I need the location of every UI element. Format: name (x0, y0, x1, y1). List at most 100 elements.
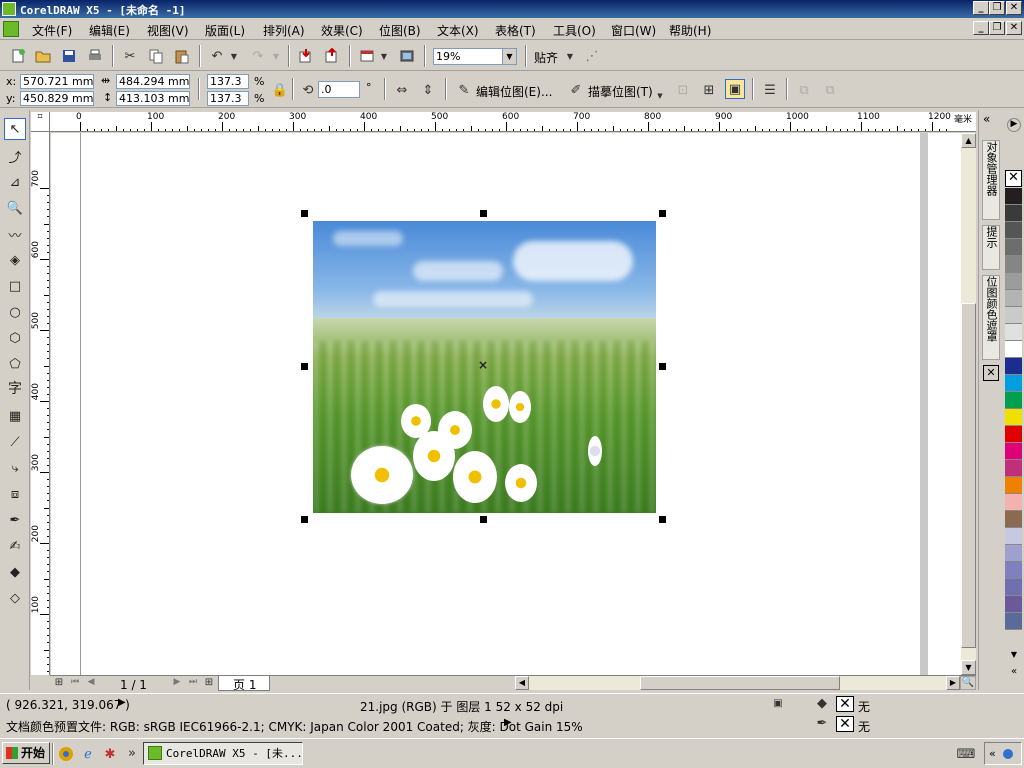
height-input[interactable]: 413.103 mm (116, 91, 190, 106)
keyboard-tray-icon[interactable]: ⌨ (956, 744, 976, 764)
resample-icon[interactable]: ⊞ (699, 80, 719, 100)
rotation-angle-input[interactable]: .0 (318, 81, 360, 98)
docker-close-icon[interactable]: ✕ (983, 365, 999, 381)
menu-window[interactable]: 窗口(W) (611, 22, 656, 39)
import-icon[interactable] (296, 46, 316, 66)
add-page-after-icon[interactable]: ⊞ (202, 674, 216, 690)
dynamic-guides-icon[interactable]: ⋰ (582, 46, 602, 66)
menu-help[interactable]: 帮助(H) (669, 22, 711, 39)
color-swatch[interactable] (1005, 290, 1022, 307)
previous-page-icon[interactable]: ◀ (84, 674, 98, 690)
docker-collapse-icon[interactable]: « (983, 112, 990, 126)
lock-ratio-icon[interactable]: 🔒 (270, 80, 290, 100)
color-swatch[interactable] (1005, 392, 1022, 409)
width-input[interactable]: 484.294 mm (116, 74, 190, 89)
zoom-dropdown-icon[interactable]: ▼ (502, 49, 516, 64)
close-button[interactable]: ✕ (1006, 1, 1022, 15)
menu-view[interactable]: 视图(V) (147, 22, 189, 39)
ellipse-tool-icon[interactable]: ○ (4, 301, 26, 323)
scale-x-input[interactable]: 137.3 (207, 74, 249, 89)
copy-icon[interactable] (146, 46, 166, 66)
blend-tool-icon[interactable]: ⧈ (4, 483, 26, 505)
print-icon[interactable] (85, 46, 105, 66)
application-launcher-icon[interactable] (357, 46, 377, 66)
app-quicklaunch-icon[interactable]: ✱ (100, 744, 120, 764)
to-back-icon[interactable]: ⧉ (820, 80, 840, 100)
color-swatch[interactable] (1005, 375, 1022, 392)
horizontal-scrollbar[interactable]: ◀ ▶ (515, 676, 960, 690)
vertical-ruler[interactable]: 700 600 500 400 300 200 100 (31, 132, 50, 675)
menu-arrange[interactable]: 排列(A) (263, 22, 305, 39)
minimize-button[interactable]: _ (973, 1, 989, 15)
paste-icon[interactable] (172, 46, 192, 66)
drawing-canvas[interactable]: × (51, 133, 961, 675)
edit-bitmap-icon[interactable]: ✎ (454, 80, 474, 100)
chrome-quicklaunch-icon[interactable] (56, 744, 76, 764)
menu-layout[interactable]: 版面(L) (205, 22, 245, 39)
color-swatch[interactable] (1005, 239, 1022, 256)
trace-bitmap-icon[interactable]: ✐ (566, 80, 586, 100)
undo-icon[interactable]: ↶ (207, 46, 227, 66)
taskbar-coreldraw-button[interactable]: CorelDRAW X5 - [未... (143, 742, 303, 765)
zoom-tool-icon[interactable]: 🔍 (4, 197, 26, 219)
color-swatch[interactable] (1005, 494, 1022, 511)
color-swatch[interactable] (1005, 511, 1022, 528)
ie-quicklaunch-icon[interactable]: ℯ (78, 744, 98, 764)
bitmap-color-mask-tab[interactable]: 位图颜色遮罩 (982, 275, 1000, 360)
menu-bitmaps[interactable]: 位图(B) (379, 22, 421, 39)
text-tool-icon[interactable]: 字 (4, 377, 26, 399)
scroll-down-arrow-icon[interactable]: ▼ (961, 660, 976, 675)
save-icon[interactable] (59, 46, 79, 66)
eyedropper-tool-icon[interactable]: ✒ (4, 509, 26, 531)
to-front-icon[interactable]: ⧉ (794, 80, 814, 100)
doc-minimize-button[interactable]: _ (973, 21, 989, 35)
crop-bitmap-icon[interactable]: ⊡ (673, 80, 693, 100)
page-tab[interactable]: 页 1 (218, 676, 270, 692)
undo-dropdown-icon[interactable]: ▼ (228, 46, 240, 66)
menu-file[interactable]: 文件(F) (32, 22, 72, 39)
zoom-level-select[interactable]: 19% ▼ (433, 48, 517, 65)
mirror-vertical-icon[interactable]: ⇕ (418, 80, 438, 100)
profile-expand-arrow-icon[interactable]: ▶ (504, 717, 512, 728)
dimension-tool-icon[interactable]: ⟋ (4, 431, 26, 453)
scale-y-input[interactable]: 137.3 (207, 91, 249, 106)
tray-expand-icon[interactable]: « (989, 747, 996, 760)
palette-scroll-down-icon[interactable]: ▼ (1007, 650, 1021, 662)
color-swatch[interactable] (1005, 545, 1022, 562)
selection-handle-right[interactable] (659, 363, 666, 370)
color-swatch[interactable] (1005, 222, 1022, 239)
color-swatch[interactable] (1005, 562, 1022, 579)
color-swatch[interactable] (1005, 460, 1022, 477)
color-profile-info[interactable]: 文档颜色预置文件: RGB: sRGB IEC61966-2.1; CMYK: … (6, 718, 583, 735)
color-swatch[interactable] (1005, 205, 1022, 222)
scroll-left-arrow-icon[interactable]: ◀ (515, 676, 529, 690)
connector-tool-icon[interactable]: ⤷ (4, 457, 26, 479)
add-page-before-icon[interactable]: ⊞ (52, 674, 66, 690)
selection-handle-bottom[interactable] (480, 516, 487, 523)
palette-scroll-up-icon[interactable]: ▶ (1007, 118, 1021, 132)
fill-none-swatch[interactable]: ✕ (836, 696, 854, 712)
snap-dropdown-icon[interactable]: ▼ (563, 46, 577, 66)
selection-handle-left[interactable] (301, 363, 308, 370)
outline-none-swatch[interactable]: ✕ (836, 716, 854, 732)
doc-restore-button[interactable]: ❐ (989, 21, 1005, 35)
menu-table[interactable]: 表格(T) (495, 22, 536, 39)
color-swatch[interactable] (1005, 307, 1022, 324)
color-swatch[interactable] (1005, 443, 1022, 460)
color-swatch[interactable] (1005, 273, 1022, 290)
scroll-up-arrow-icon[interactable]: ▲ (961, 133, 976, 148)
welcome-screen-icon[interactable] (397, 46, 417, 66)
network-tray-icon[interactable] (1003, 749, 1014, 759)
object-manager-tab[interactable]: 对象管理器 (982, 140, 1000, 220)
scroll-right-arrow-icon[interactable]: ▶ (946, 676, 960, 690)
no-color-swatch[interactable]: ✕ (1005, 170, 1022, 187)
first-page-icon[interactable]: ⏮ (68, 674, 82, 690)
horizontal-ruler[interactable]: 0 100 200 300 400 500 600 700 800 900 1000 1100 1200… (50, 112, 976, 132)
interactive-fill-tool-icon[interactable]: ◇ (4, 587, 26, 609)
pick-tool-icon[interactable]: ↖ (4, 118, 26, 140)
freehand-tool-icon[interactable]: 〰 (4, 223, 26, 245)
menu-tools[interactable]: 工具(O) (553, 22, 596, 39)
selection-handle-top-left[interactable] (301, 210, 308, 217)
start-button[interactable]: 开始 (2, 742, 50, 764)
shape-tool-icon[interactable]: ⤴ (4, 145, 26, 167)
